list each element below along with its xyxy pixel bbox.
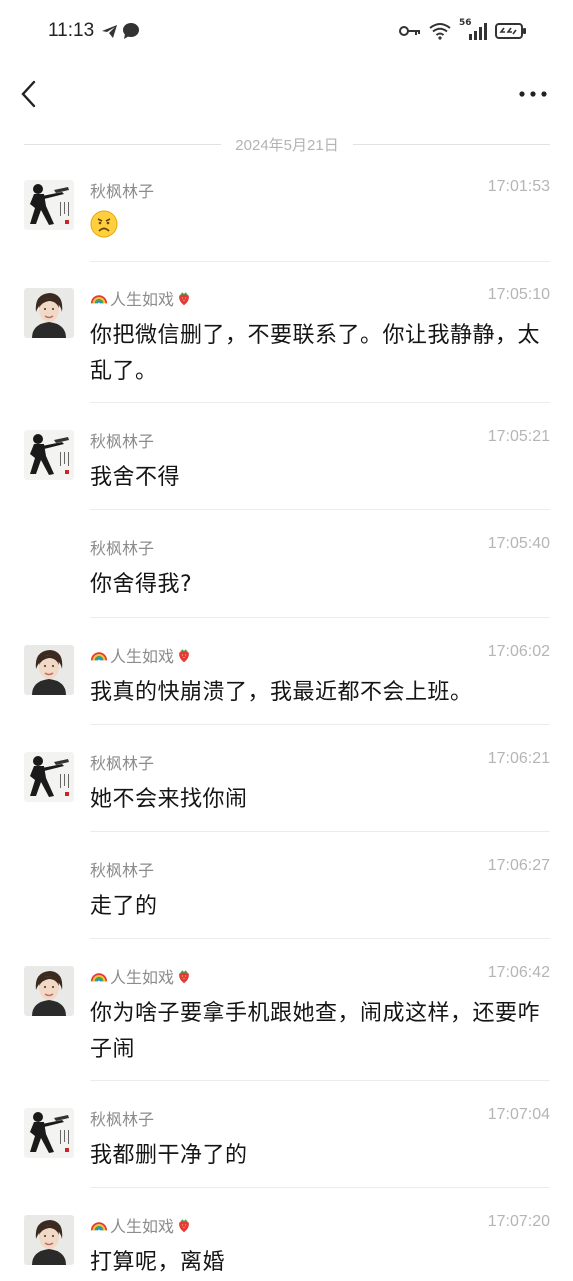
message-time: 17:01:53 [487,178,550,195]
sender-name: 人生如戏 [90,643,192,667]
sender-name-text: 秋枫林子 [90,432,155,451]
message-time: 17:06:42 [487,964,550,981]
strawberry-icon [176,968,192,984]
avatar[interactable] [24,966,74,1016]
chevron-left-icon [21,80,36,108]
sender-name-text: 人生如戏 [110,290,175,309]
rainbow-icon [90,289,108,307]
message-text: 我真的快崩溃了，我最近都不会上班。 [90,680,473,705]
message-text: 你把微信删了，不要联系了。你让我静静，太乱了。 [90,323,541,384]
back-button[interactable] [12,76,48,112]
sender-name-text: 秋枫林子 [90,539,155,558]
nav-bar [0,62,573,126]
status-right-icons: 56 [399,18,527,41]
sender-name-text: 人生如戏 [110,968,175,987]
strawberry-icon [176,647,192,663]
sender-name: 人生如戏 [90,1213,192,1237]
sender-name: 秋枫林子 [90,178,154,202]
more-options-button[interactable] [513,76,553,112]
more-dots-icon [519,91,547,97]
message-text: 你舍得我? [90,572,193,597]
strawberry-icon [176,1217,192,1233]
message-time: 17:05:10 [487,286,550,303]
avatar[interactable] [24,288,74,338]
divider [90,938,550,939]
strawberry-icon [176,290,192,306]
sender-name: 人生如戏 [90,286,192,310]
battery-charging-icon [495,23,526,39]
message-time: 17:07:20 [487,1213,550,1230]
rainbow-icon [90,967,108,985]
sender-name: 秋枫林子 [90,1106,154,1130]
sender-name: 秋枫林子 [90,750,154,774]
avatar[interactable] [24,752,74,802]
divider [90,1080,550,1081]
sender-name-text: 秋枫林子 [90,754,155,773]
cellular-signal: 56 [459,18,487,41]
avatar[interactable] [24,430,74,480]
avatar[interactable] [24,1215,74,1265]
divider [90,509,550,510]
divider [90,402,550,403]
rainbow-icon [90,646,108,664]
message-time: 17:06:27 [487,857,550,874]
sender-name-text: 人生如戏 [110,647,175,666]
sender-name: 人生如戏 [90,964,192,988]
message-text: 打算呢，离婚 [90,1250,226,1275]
avatar[interactable] [24,645,74,695]
divider [90,617,550,618]
date-separator: 2024年5月21日 [24,132,550,156]
message-time: 17:05:21 [487,428,550,445]
chat-bubble-icon [123,23,139,39]
sender-name-text: 秋枫林子 [90,182,155,201]
message-text: 你为啥子要拿手机跟她查，闹成这样，还要咋子闹 [90,1001,541,1062]
status-left-icons [100,22,142,44]
message-text: 我舍不得 [90,465,181,490]
avatar[interactable] [24,180,74,230]
divider [90,831,550,832]
sender-name-text: 秋枫林子 [90,1110,155,1129]
frown-emoji-icon [90,210,118,238]
status-time: 11:13 [48,20,95,41]
key-icon [399,26,420,36]
sender-name-text: 人生如戏 [110,1217,175,1236]
divider [90,261,550,262]
divider [90,724,550,725]
message-text: 我都删干净了的 [90,1143,248,1168]
telegram-icon [102,25,117,38]
divider [90,1187,550,1188]
message-text: 她不会来找你闹 [90,787,248,812]
date-line-left [24,143,222,145]
network-label: 56 [459,18,472,28]
message-time: 17:06:02 [487,643,550,660]
message-text: 走了的 [90,894,158,919]
avatar[interactable] [24,1108,74,1158]
message-time: 17:05:40 [487,535,550,552]
message-time: 17:06:21 [487,750,550,767]
date-line-right [352,143,550,145]
sender-name: 秋枫林子 [90,535,154,559]
message-text [90,210,550,246]
sender-name-text: 秋枫林子 [90,861,155,880]
sender-name: 秋枫林子 [90,857,154,881]
message-time: 17:07:04 [487,1106,550,1123]
wifi-icon [429,23,451,40]
status-bar: 11:13 56 [0,0,573,62]
date-label: 2024年5月21日 [235,136,339,154]
sender-name: 秋枫林子 [90,428,154,452]
rainbow-icon [90,1216,108,1234]
